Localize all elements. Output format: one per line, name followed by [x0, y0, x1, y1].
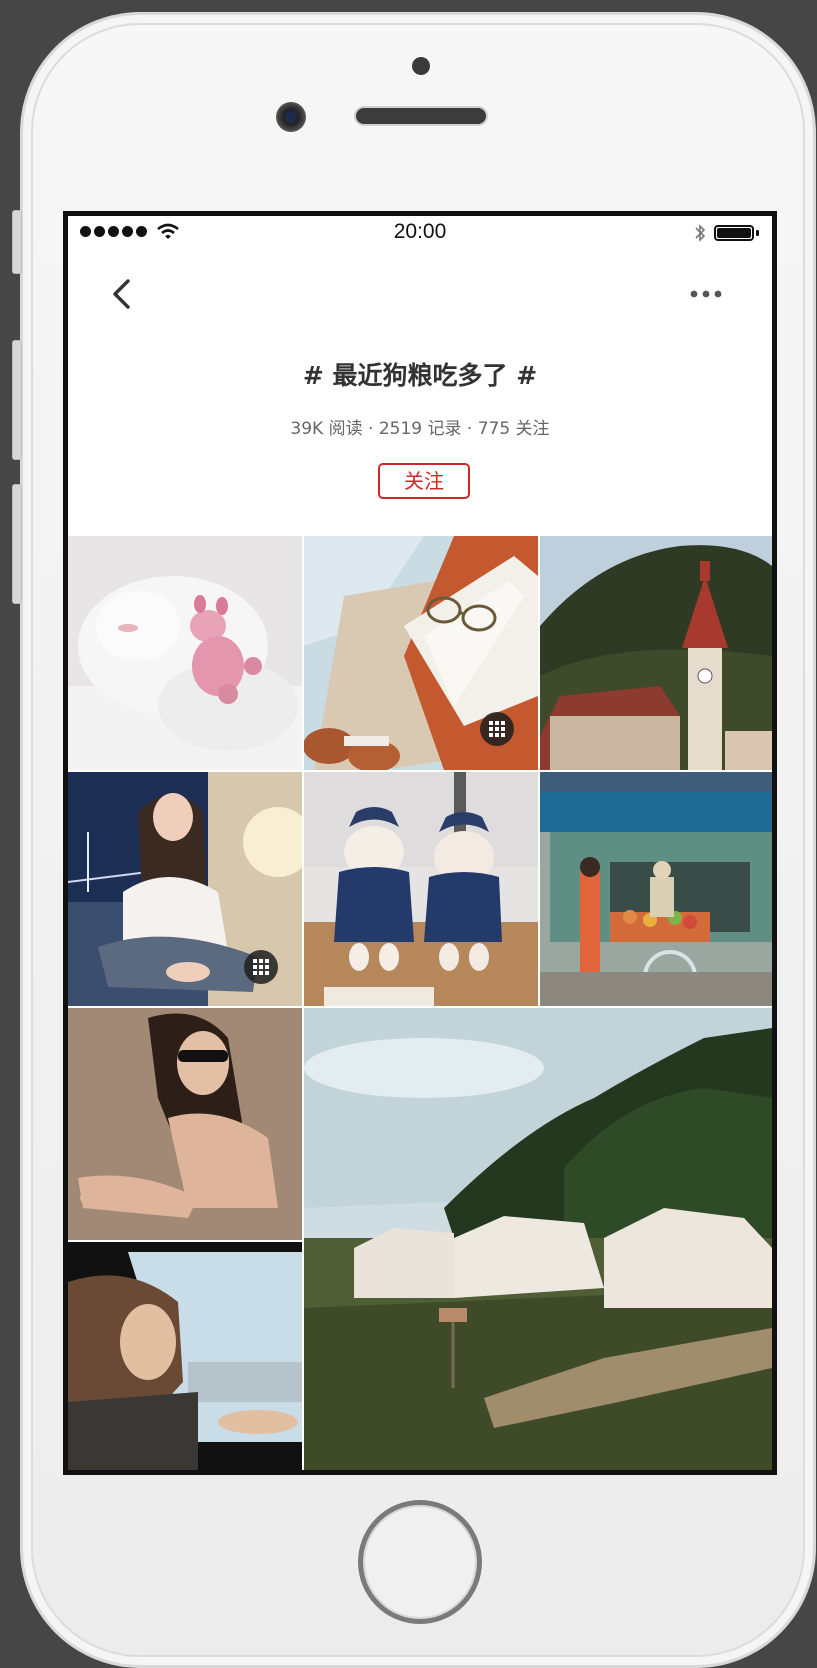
- photo-tile-book[interactable]: [304, 536, 538, 770]
- photo-tile-cat[interactable]: [68, 536, 302, 770]
- volume-up-button: [12, 340, 22, 460]
- topic-title: # 最近狗粮吃多了 #: [302, 361, 538, 390]
- chevron-left-icon[interactable]: [106, 276, 136, 312]
- photo-tile-church[interactable]: [540, 536, 772, 770]
- volume-down-button: [12, 484, 22, 604]
- status-time: 20:00: [393, 220, 447, 243]
- photo-tile-girl-night[interactable]: [68, 772, 302, 1006]
- photo-tile-tents[interactable]: [304, 1008, 772, 1470]
- battery-tip: [756, 230, 759, 236]
- topic-stats: 39K 阅读 · 2519 记录 · 775 关注: [290, 419, 550, 439]
- status-bar: 20:00: [68, 216, 772, 250]
- photo-tile-fruit-vendor[interactable]: [540, 772, 772, 1006]
- multi-image-icon: [480, 712, 514, 746]
- multi-image-icon: [244, 950, 278, 984]
- app-screen: 20:00 # 最近狗粮吃多了 # 39K 阅读 · 2519 记录 · 775…: [68, 216, 772, 1470]
- home-button[interactable]: [358, 1500, 482, 1624]
- earpiece-speaker: [356, 108, 486, 124]
- photo-tile-car-woman[interactable]: [68, 1242, 302, 1470]
- front-camera: [276, 102, 306, 132]
- bluetooth-icon: [695, 224, 706, 242]
- phone-screen: 20:00 # 最近狗粮吃多了 # 39K 阅读 · 2519 记录 · 775…: [63, 211, 777, 1475]
- battery-icon: [714, 225, 754, 241]
- photo-tile-dogs[interactable]: [304, 772, 538, 1006]
- proximity-sensor: [412, 57, 430, 75]
- mute-switch: [12, 210, 22, 274]
- more-horizontal-icon[interactable]: [688, 286, 724, 302]
- photo-tile-beach-woman[interactable]: [68, 1008, 302, 1240]
- photo-grid: [68, 536, 772, 1470]
- follow-button[interactable]: 关注: [378, 463, 470, 499]
